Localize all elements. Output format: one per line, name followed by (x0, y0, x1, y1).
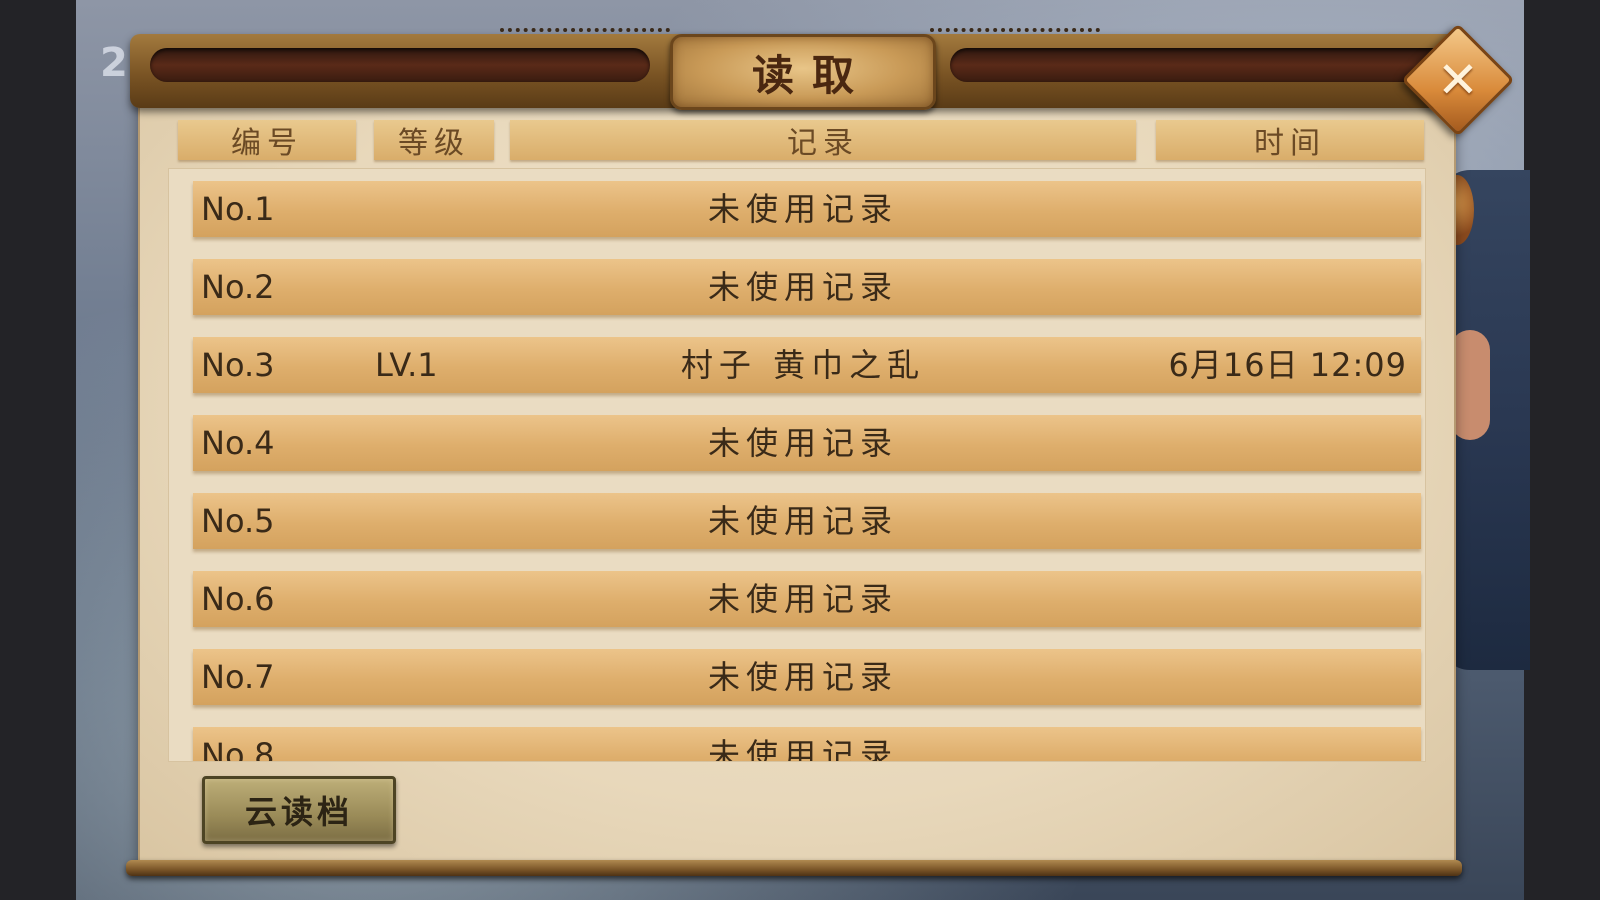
slot-number: No.2 (201, 268, 275, 306)
cloud-load-button[interactable]: 云读档 (202, 776, 396, 844)
save-slot-row[interactable]: No.8 未使用记录 (193, 727, 1421, 762)
banner-slot-left (150, 48, 650, 82)
dialog-header: 读取 (130, 28, 1470, 110)
slot-number: No.8 (201, 736, 275, 762)
column-header-time: 时间 (1156, 120, 1424, 161)
slot-record: 未使用记录 (707, 658, 898, 696)
chain-right (930, 28, 1100, 46)
slot-number: No.6 (201, 580, 275, 618)
column-header-record: 记录 (510, 120, 1136, 161)
column-header-number: 编号 (178, 120, 356, 161)
hud-counter: 2 (100, 40, 128, 86)
slot-record: 未使用记录 (707, 268, 898, 306)
close-x-icon: ✕ (1437, 51, 1479, 109)
save-slot-row[interactable]: No.3 LV.1 村子 黄巾之乱 6月16日 12:09 (193, 337, 1421, 393)
slot-number: No.3 (201, 346, 275, 384)
save-slot-row[interactable]: No.2 未使用记录 (193, 259, 1421, 315)
slot-record: 未使用记录 (707, 190, 898, 228)
slot-record: 未使用记录 (707, 424, 898, 462)
slot-time: 6月16日 12:09 (1168, 346, 1407, 384)
save-slot-row[interactable]: No.6 未使用记录 (193, 571, 1421, 627)
slot-record: 村子 黄巾之乱 (680, 346, 926, 384)
column-header-level: 等级 (374, 120, 494, 161)
game-screen: 2 读取 ✕ 编号 等级 记录 时间 No.1 未使用记录 No.2 未使用记录 (0, 0, 1600, 900)
save-slot-list[interactable]: No.1 未使用记录 No.2 未使用记录 No.3 LV.1 村子 黄巾之乱 … (168, 168, 1426, 762)
scroll-rod-bottom (126, 860, 1462, 876)
chain-left (500, 28, 670, 46)
slot-number: No.7 (201, 658, 275, 696)
slot-number: No.1 (201, 190, 275, 228)
slot-record: 未使用记录 (707, 580, 898, 618)
banner-slot-right (950, 48, 1450, 82)
title-plaque: 读取 (670, 34, 936, 110)
save-slot-row[interactable]: No.4 未使用记录 (193, 415, 1421, 471)
slot-level: LV.1 (375, 346, 438, 384)
save-slot-row[interactable]: No.1 未使用记录 (193, 181, 1421, 237)
letterbox-right (1524, 0, 1600, 900)
background-character-arm (1450, 330, 1490, 440)
slot-number: No.5 (201, 502, 275, 540)
save-slot-row[interactable]: No.7 未使用记录 (193, 649, 1421, 705)
letterbox-left (0, 0, 76, 900)
save-slot-row[interactable]: No.5 未使用记录 (193, 493, 1421, 549)
slot-number: No.4 (201, 424, 275, 462)
slot-record: 未使用记录 (707, 736, 898, 762)
dialog-title: 读取 (751, 50, 872, 100)
slot-record: 未使用记录 (707, 502, 898, 540)
